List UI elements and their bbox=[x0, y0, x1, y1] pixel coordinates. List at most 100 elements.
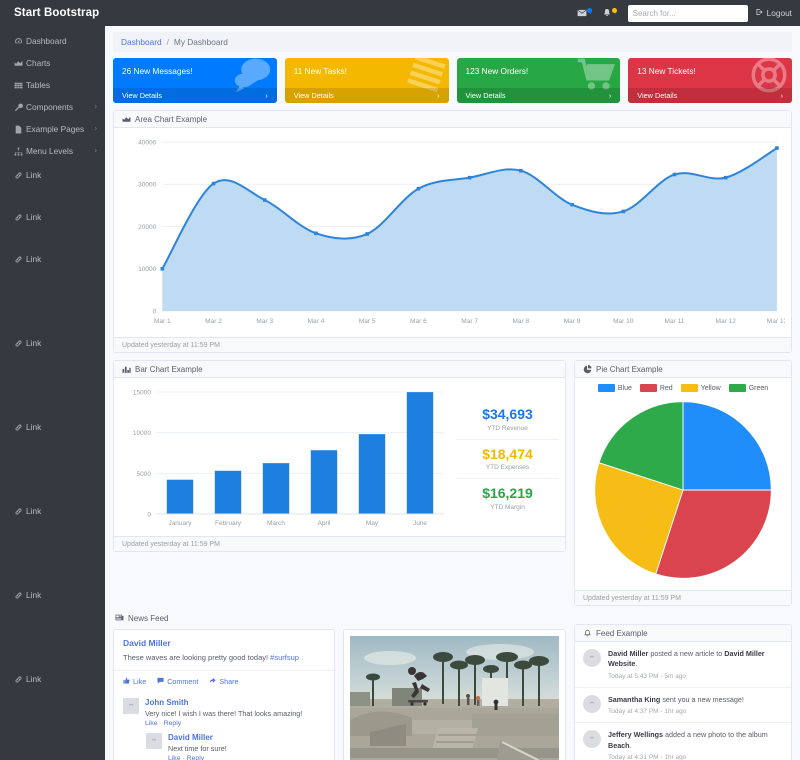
bar-chart[interactable]: 0 5000 10000 15000 January February March April… bbox=[120, 384, 450, 534]
news-feed-header: News Feed bbox=[113, 613, 566, 624]
avatar: •• bbox=[583, 649, 601, 667]
stat-value: $34,693 bbox=[482, 406, 533, 423]
sidebar-item-dashboard[interactable]: Dashboard bbox=[0, 30, 105, 52]
pie-chart-header: Pie Chart Example bbox=[575, 361, 791, 378]
feed-item[interactable]: •• David Miller posted a new article to … bbox=[575, 642, 791, 688]
feed-target[interactable]: Beach bbox=[608, 741, 630, 750]
feed-example-panel: Feed Example •• David Miller posted a ne… bbox=[574, 624, 792, 760]
breadcrumb-root[interactable]: Dashboard bbox=[121, 37, 162, 47]
chevron-right-icon: › bbox=[780, 91, 783, 100]
legend-label: Blue bbox=[617, 384, 632, 392]
comment-item-nested: •• David Miller Next time for sure! Like… bbox=[114, 727, 334, 760]
breadcrumb: Dashboard / My Dashboard bbox=[113, 32, 792, 52]
chevron-right-icon: › bbox=[437, 91, 440, 100]
svg-text:Mar 8: Mar 8 bbox=[512, 318, 529, 325]
feed-actor[interactable]: Jeffery Wellings bbox=[608, 730, 663, 739]
sidebar-item-label: Link bbox=[26, 422, 42, 432]
comment-reply-link[interactable]: Reply bbox=[187, 755, 204, 760]
svg-text:Mar 3: Mar 3 bbox=[256, 318, 273, 325]
share-button[interactable]: Share bbox=[209, 677, 239, 687]
card-tickets[interactable]: 13 New Tickets! View Details › bbox=[628, 58, 792, 103]
sidebar-item-link-5[interactable]: Link bbox=[0, 416, 105, 438]
alerts-dropdown[interactable]: › bbox=[599, 8, 620, 18]
sidebar-item-menu-levels[interactable]: Menu Levels › bbox=[0, 140, 105, 162]
feed-text: Jeffery Wellings added a new photo to th… bbox=[608, 730, 783, 751]
svg-text:Mar 2: Mar 2 bbox=[205, 318, 222, 325]
chevron-right-icon: › bbox=[94, 103, 97, 111]
card-title: 26 New Messages! bbox=[122, 66, 193, 76]
file-icon bbox=[14, 125, 25, 134]
feed-item[interactable]: •• Jeffery Wellings added a new photo to… bbox=[575, 723, 791, 760]
feed-actor[interactable]: Samantha King bbox=[608, 695, 660, 704]
svg-text:15000: 15000 bbox=[133, 390, 151, 397]
card-footer[interactable]: View Details › bbox=[456, 88, 621, 103]
comment-text: Next time for sure! bbox=[168, 744, 227, 754]
legend-item-yellow[interactable]: Yellow bbox=[680, 384, 721, 392]
card-footer[interactable]: View Details › bbox=[284, 88, 449, 103]
comment-author[interactable]: David Miller bbox=[168, 733, 325, 742]
sidebar-item-components[interactable]: Components › bbox=[0, 96, 105, 118]
sidebar-item-link-3[interactable]: Link bbox=[0, 248, 105, 270]
breadcrumb-current: My Dashboard bbox=[173, 37, 228, 47]
comment-author[interactable]: John Smith bbox=[145, 698, 325, 707]
sidebar-item-link-1[interactable]: Link bbox=[0, 164, 105, 186]
post-hashtag[interactable]: #surfsup bbox=[270, 653, 299, 662]
messages-dropdown[interactable]: › bbox=[574, 8, 595, 18]
legend-item-blue[interactable]: Blue bbox=[597, 384, 632, 392]
feed-timestamp: Today at 5:43 PM - 5m ago bbox=[608, 672, 687, 680]
like-label: Like bbox=[133, 677, 147, 687]
brand-title[interactable]: Start Bootstrap bbox=[0, 0, 105, 26]
feed-actor[interactable]: David Miller bbox=[608, 649, 648, 658]
sidebar-item-link-7[interactable]: Link bbox=[0, 584, 105, 606]
post-author[interactable]: David Miller bbox=[123, 638, 325, 648]
sidebar-item-link-4[interactable]: Link bbox=[0, 332, 105, 354]
area-chart-header: Area Chart Example bbox=[114, 111, 791, 128]
sidebar-item-label: Menu Levels bbox=[26, 146, 74, 156]
link-icon bbox=[14, 213, 25, 222]
sidebar-item-label: Link bbox=[26, 212, 42, 222]
sidebar-item-charts[interactable]: Charts bbox=[0, 52, 105, 74]
comment-like-link[interactable]: Like bbox=[145, 720, 157, 727]
comment-button[interactable]: Comment bbox=[157, 677, 198, 686]
legend-item-red[interactable]: Red bbox=[639, 384, 673, 392]
panel-title: Feed Example bbox=[596, 628, 648, 638]
legend-item-green[interactable]: Green bbox=[728, 384, 769, 392]
stat-revenue: $34,693 YTD Revenue bbox=[456, 400, 559, 438]
comment-like-link[interactable]: Like bbox=[168, 755, 180, 760]
sidebar-item-tables[interactable]: Tables bbox=[0, 74, 105, 96]
card-tasks[interactable]: 11 New Tasks! View Details › bbox=[284, 58, 449, 103]
avatar: •• bbox=[146, 733, 162, 750]
feed-example-header: Feed Example bbox=[575, 625, 791, 642]
sidebar: Start Bootstrap Dashboard Charts Tables … bbox=[0, 0, 105, 760]
sidebar-item-link-2[interactable]: Link bbox=[0, 206, 105, 228]
sidebar-item-label: Link bbox=[26, 674, 42, 684]
link-icon bbox=[14, 675, 25, 684]
card-footer[interactable]: View Details › bbox=[113, 88, 277, 103]
svg-text:Mar 11: Mar 11 bbox=[665, 318, 685, 325]
logout-button[interactable]: Logout bbox=[756, 8, 792, 18]
search-box[interactable] bbox=[627, 4, 748, 22]
comment-reply-link[interactable]: Reply bbox=[164, 720, 181, 727]
post-actions: Like Comment Share bbox=[114, 670, 334, 692]
svg-text:April: April bbox=[317, 520, 331, 527]
area-chart[interactable]: 0 10000 20000 30000 40000 Mar 1 Mar 2 Mar 3 Mar … bbox=[120, 132, 785, 337]
sidebar-item-link-8[interactable]: Link bbox=[0, 668, 105, 690]
pie-chart-panel: Pie Chart Example Blue Red Yellow Green … bbox=[574, 360, 792, 606]
pie-chart[interactable] bbox=[581, 396, 785, 584]
feed-item[interactable]: •• Samantha King sent you a new message!… bbox=[575, 688, 791, 724]
sidebar-item-example-pages[interactable]: Example Pages › bbox=[0, 118, 105, 140]
card-action-label: View Details bbox=[465, 91, 506, 100]
like-button[interactable]: Like bbox=[123, 677, 146, 686]
area-chart-panel: Area Chart Example 0 10000 20000 30000 40000… bbox=[113, 110, 792, 353]
avatar: •• bbox=[123, 698, 139, 715]
svg-text:Mar 4: Mar 4 bbox=[308, 318, 325, 325]
svg-text:Mar 1: Mar 1 bbox=[154, 318, 171, 325]
card-messages[interactable]: 26 New Messages! View Details › bbox=[113, 58, 277, 103]
card-footer[interactable]: View Details › bbox=[628, 88, 792, 103]
sidebar-item-link-6[interactable]: Link bbox=[0, 500, 105, 522]
card-orders[interactable]: 123 New Orders! View Details › bbox=[456, 58, 621, 103]
legend-label: Green bbox=[748, 384, 769, 392]
share-label: Share bbox=[219, 677, 239, 687]
search-input[interactable] bbox=[627, 4, 748, 22]
card-title: 123 New Orders! bbox=[465, 66, 529, 76]
